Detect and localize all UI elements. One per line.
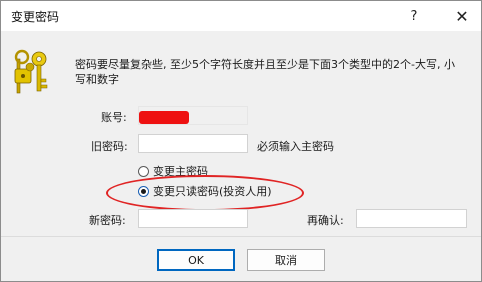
radio-label-readonly: 变更只读密码(投资人用) — [153, 185, 272, 198]
radio-change-readonly-password[interactable]: 变更只读密码(投资人用) — [138, 183, 272, 199]
old-password-hint: 必须输入主密码 — [257, 140, 334, 153]
password-requirements-text: 密码要尽量复杂些, 至少5个字符长度并且至少是下面3个类型中的2个-大写, 小写… — [75, 58, 455, 86]
close-icon: ✕ — [455, 6, 469, 26]
redacted-account-mark — [139, 111, 189, 124]
dialog-body: 密码要尽量复杂些, 至少5个字符长度并且至少是下面3个类型中的2个-大写, 小写… — [1, 31, 481, 281]
new-password-input[interactable] — [138, 209, 248, 228]
radio-change-master-password[interactable]: 变更主密码 — [138, 163, 208, 179]
radio-button-icon — [138, 165, 149, 177]
confirm-password-label: 再确认: — [307, 214, 344, 227]
cancel-button[interactable]: 取消 — [247, 249, 325, 271]
help-button[interactable]: ? — [395, 1, 433, 31]
title-bar: 变更密码 ? ✕ — [1, 1, 481, 31]
radio-button-selected-icon — [138, 185, 149, 197]
help-icon: ? — [410, 8, 418, 24]
window-title: 变更密码 — [11, 10, 60, 24]
account-label: 账号: — [101, 111, 127, 124]
confirm-password-input[interactable] — [356, 209, 467, 228]
close-button[interactable]: ✕ — [443, 1, 481, 31]
new-password-label: 新密码: — [89, 214, 126, 227]
change-password-dialog: 变更密码 ? ✕ 密码要尽量复杂些, 至少5个字符长度并且至少是下面3个类型中的… — [0, 0, 482, 282]
radio-label-master: 变更主密码 — [153, 165, 208, 178]
old-password-label: 旧密码: — [91, 140, 128, 153]
button-bar: OK 取消 — [1, 236, 481, 281]
old-password-input[interactable] — [138, 134, 248, 153]
ok-button[interactable]: OK — [157, 249, 235, 271]
keys-icon — [14, 49, 48, 94]
